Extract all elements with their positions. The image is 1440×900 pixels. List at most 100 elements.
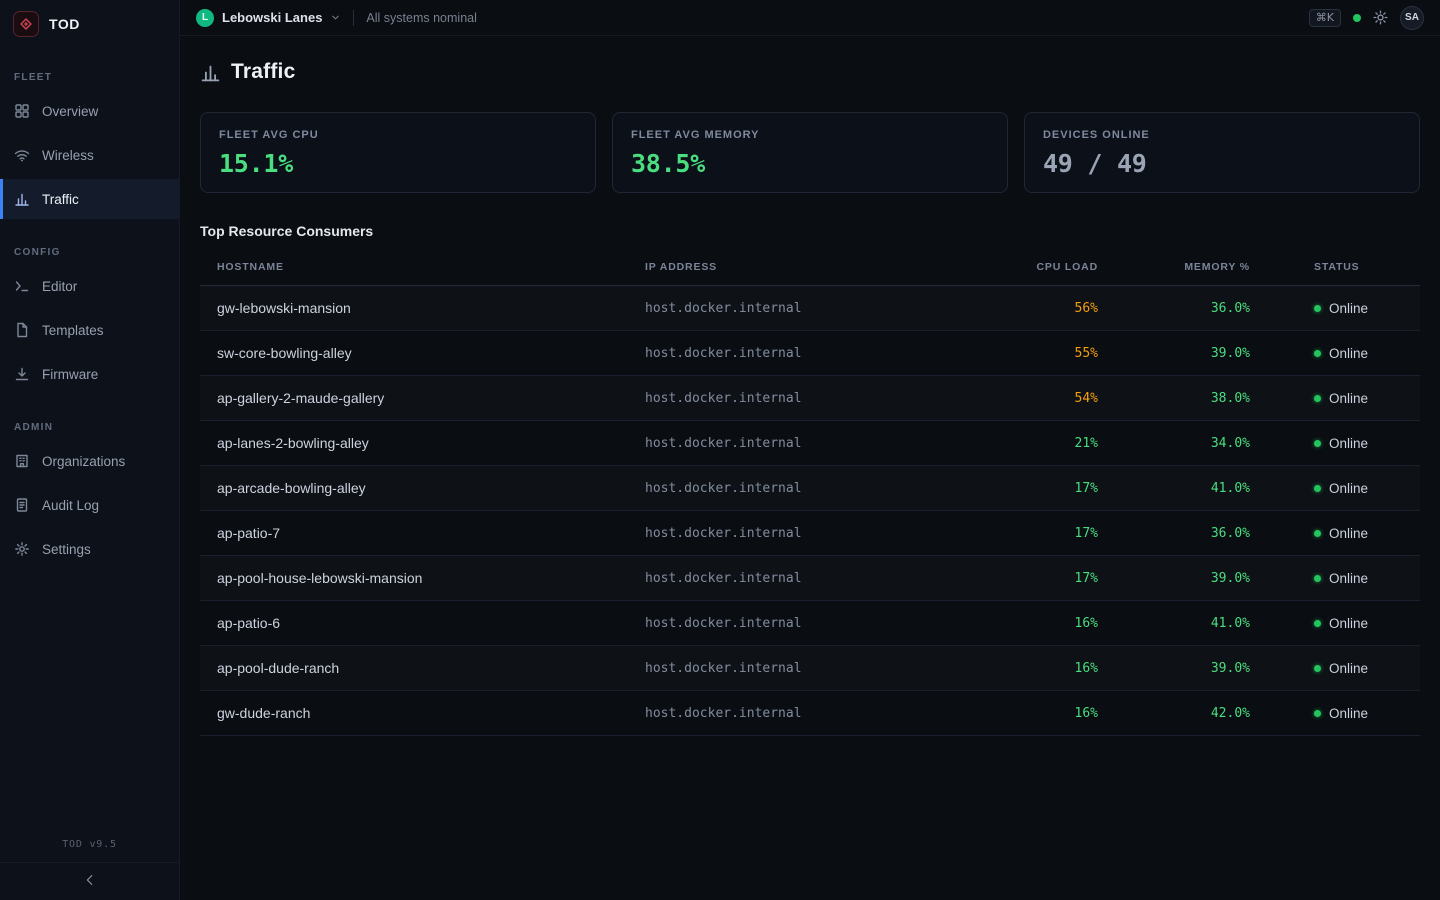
topbar: L Lebowski Lanes All systems nominal ⌘K … [180, 0, 1440, 36]
system-status-text: All systems nominal [366, 11, 476, 25]
building-icon [14, 453, 30, 469]
cpu-load-cell: 17% [925, 481, 1098, 496]
memory-cell: 39.0% [1098, 571, 1250, 586]
sidebar-item-settings[interactable]: Settings [0, 529, 179, 569]
status-dot [1314, 305, 1321, 312]
sidebar-item-traffic[interactable]: Traffic [0, 179, 179, 219]
hostname-cell: sw-core-bowling-alley [200, 345, 645, 361]
ip-address-cell: host.docker.internal [645, 391, 925, 406]
hostname-cell: ap-pool-dude-ranch [200, 660, 645, 676]
hostname-cell: ap-gallery-2-maude-gallery [200, 390, 645, 406]
table-row[interactable]: ap-gallery-2-maude-galleryhost.docker.in… [200, 376, 1420, 421]
bar-chart-icon [14, 191, 30, 207]
status-label: Online [1329, 526, 1368, 541]
sidebar-item-label: Templates [42, 323, 104, 338]
hostname-cell: ap-patio-7 [200, 525, 645, 541]
hostname-cell: ap-arcade-bowling-alley [200, 480, 645, 496]
chevron-left-icon [83, 873, 97, 890]
table-row[interactable]: ap-lanes-2-bowling-alleyhost.docker.inte… [200, 421, 1420, 466]
stat-card-label: FLEET AVG MEMORY [631, 129, 989, 141]
app-root: TOD FLEETOverviewWirelessTrafficCONFIGEd… [0, 0, 1440, 900]
stat-card-fleet-avg-cpu: FLEET AVG CPU 15.1% [200, 112, 596, 193]
org-name: Lebowski Lanes [222, 10, 322, 25]
org-switcher[interactable]: L Lebowski Lanes [196, 9, 341, 27]
status-label: Online [1329, 616, 1368, 631]
ip-address-cell: host.docker.internal [645, 481, 925, 496]
table-row[interactable]: gw-dude-ranchhost.docker.internal16%42.0… [200, 691, 1420, 736]
status-dot [1314, 710, 1321, 717]
consumers-table: HOSTNAMEIP ADDRESSCPU LOADMEMORY %STATUS… [200, 249, 1420, 736]
audit-log-icon [14, 497, 30, 513]
app-logo[interactable]: TOD [0, 0, 179, 48]
stat-card-label: FLEET AVG CPU [219, 129, 577, 141]
column-header-status: STATUS [1250, 261, 1420, 273]
cpu-load-cell: 16% [925, 616, 1098, 631]
cpu-load-cell: 17% [925, 526, 1098, 541]
cpu-load-cell: 55% [925, 346, 1098, 361]
sidebar-item-editor[interactable]: Editor [0, 266, 179, 306]
sidebar-item-label: Wireless [42, 148, 94, 163]
table-row[interactable]: ap-arcade-bowling-alleyhost.docker.inter… [200, 466, 1420, 511]
status-cell: Online [1250, 571, 1420, 586]
status-label: Online [1329, 301, 1368, 316]
topbar-right: ⌘K SA [1309, 6, 1424, 30]
table-row[interactable]: ap-pool-dude-ranchhost.docker.internal16… [200, 646, 1420, 691]
cpu-load-cell: 16% [925, 706, 1098, 721]
ip-address-cell: host.docker.internal [645, 526, 925, 541]
table-row[interactable]: sw-core-bowling-alleyhost.docker.interna… [200, 331, 1420, 376]
memory-cell: 39.0% [1098, 661, 1250, 676]
sidebar-nav: FLEETOverviewWirelessTrafficCONFIGEditor… [0, 48, 179, 573]
sidebar-item-wireless[interactable]: Wireless [0, 135, 179, 175]
sidebar-section-config: CONFIG [0, 247, 179, 258]
sidebar-item-templates[interactable]: Templates [0, 310, 179, 350]
table-row[interactable]: ap-patio-7host.docker.internal17%36.0% On… [200, 511, 1420, 556]
sidebar-item-label: Traffic [42, 192, 79, 207]
status-label: Online [1329, 661, 1368, 676]
page-title-row: Traffic [200, 60, 1420, 84]
status-cell: Online [1250, 436, 1420, 451]
hostname-cell: ap-patio-6 [200, 615, 645, 631]
status-dot [1314, 665, 1321, 672]
app-logo-icon [13, 11, 39, 37]
sidebar-item-organizations[interactable]: Organizations [0, 441, 179, 481]
sidebar-collapse-button[interactable] [0, 862, 179, 900]
memory-cell: 42.0% [1098, 706, 1250, 721]
org-avatar: L [196, 9, 214, 27]
stat-card-value: 49 / 49 [1043, 149, 1401, 178]
table-row[interactable]: gw-lebowski-mansionhost.docker.internal5… [200, 286, 1420, 331]
memory-cell: 36.0% [1098, 526, 1250, 541]
column-header-hostname: HOSTNAME [200, 261, 645, 273]
memory-cell: 41.0% [1098, 616, 1250, 631]
status-cell: Online [1250, 526, 1420, 541]
table-row[interactable]: ap-patio-6host.docker.internal16%41.0% On… [200, 601, 1420, 646]
sidebar: TOD FLEETOverviewWirelessTrafficCONFIGEd… [0, 0, 180, 900]
page-content: Traffic FLEET AVG CPU 15.1% FLEET AVG MEMO… [180, 36, 1440, 900]
stat-card-value: 15.1% [219, 149, 577, 178]
stat-card-devices-online: DEVICES ONLINE49 / 49 [1024, 112, 1420, 193]
ip-address-cell: host.docker.internal [645, 616, 925, 631]
sidebar-footer: TOD v9.5 [0, 839, 179, 900]
ip-address-cell: host.docker.internal [645, 661, 925, 676]
sidebar-item-label: Audit Log [42, 498, 99, 513]
status-dot [1314, 485, 1321, 492]
command-palette-shortcut[interactable]: ⌘K [1309, 9, 1341, 27]
gear-icon [14, 541, 30, 557]
theme-toggle-button[interactable] [1373, 10, 1388, 25]
table-row[interactable]: ap-pool-house-lebowski-mansionhost.docke… [200, 556, 1420, 601]
terminal-icon [14, 278, 30, 294]
health-status-dot [1353, 14, 1361, 22]
grid-icon [14, 103, 30, 119]
sidebar-item-label: Settings [42, 542, 91, 557]
memory-cell: 38.0% [1098, 391, 1250, 406]
page-title: Traffic [231, 60, 296, 84]
ip-address-cell: host.docker.internal [645, 571, 925, 586]
sidebar-item-audit-log[interactable]: Audit Log [0, 485, 179, 525]
status-label: Online [1329, 436, 1368, 451]
sidebar-section-admin: ADMIN [0, 422, 179, 433]
app-version: TOD v9.5 [0, 839, 179, 850]
sidebar-item-firmware[interactable]: Firmware [0, 354, 179, 394]
status-dot [1314, 575, 1321, 582]
sidebar-item-overview[interactable]: Overview [0, 91, 179, 131]
status-label: Online [1329, 481, 1368, 496]
user-avatar[interactable]: SA [1400, 6, 1424, 30]
